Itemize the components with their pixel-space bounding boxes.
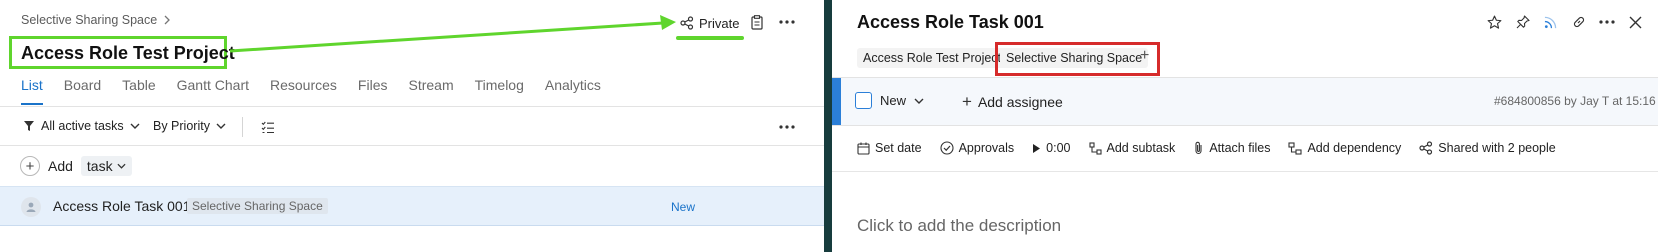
status-select[interactable]: New xyxy=(855,92,924,109)
private-label: Private xyxy=(699,15,740,31)
checklist-icon[interactable] xyxy=(258,117,278,137)
item-type-select[interactable]: task xyxy=(80,156,132,176)
task-actions: Set date Approvals 0:00 Add subtask Atta… xyxy=(857,141,1556,155)
tabs-divider xyxy=(0,106,824,107)
chevron-right-icon xyxy=(163,15,171,25)
status-label: New xyxy=(880,93,907,108)
add-assignee-label: Add assignee xyxy=(977,94,1063,110)
active-tasks-label: All active tasks xyxy=(41,119,124,133)
attach-files-label: Attach files xyxy=(1209,141,1271,155)
tab-table[interactable]: Table xyxy=(122,77,155,105)
play-icon xyxy=(1032,143,1041,154)
active-tasks-filter[interactable]: All active tasks xyxy=(23,119,140,133)
tab-files[interactable]: Files xyxy=(358,77,388,105)
priority-label: By Priority xyxy=(153,119,210,133)
approvals-button[interactable]: Approvals xyxy=(940,141,1015,155)
space-tag-highlight xyxy=(995,42,1160,76)
task-meta: #684800856 by Jay T at 15:16 xyxy=(1494,94,1656,108)
more-icon[interactable] xyxy=(777,12,797,32)
dependency-icon xyxy=(1288,141,1303,155)
private-button[interactable]: Private xyxy=(680,12,739,34)
add-dependency-label: Add dependency xyxy=(1307,141,1402,155)
calendar-icon xyxy=(857,142,870,155)
link-icon[interactable] xyxy=(1569,12,1589,32)
status-checkbox[interactable] xyxy=(855,92,872,109)
status-divider xyxy=(832,125,1658,126)
approvals-label: Approvals xyxy=(958,141,1015,155)
chevron-down-icon xyxy=(117,163,126,169)
pin-icon[interactable] xyxy=(1513,12,1533,32)
shared-with-button[interactable]: Shared with 2 people xyxy=(1419,141,1556,155)
item-type-label: task xyxy=(86,158,113,174)
tab-stream[interactable]: Stream xyxy=(408,77,453,105)
task-detail-pane xyxy=(832,0,1658,252)
task-space-chip: Selective Sharing Space xyxy=(187,198,328,214)
add-tag-plus-icon[interactable]: + xyxy=(1140,47,1149,65)
task-status[interactable]: New xyxy=(671,200,695,214)
view-tabs: List Board Table Gantt Chart Resources F… xyxy=(21,77,622,105)
timer-value: 0:00 xyxy=(1046,141,1071,155)
tab-resources[interactable]: Resources xyxy=(270,77,337,105)
task-detail-title[interactable]: Access Role Task 001 xyxy=(857,12,1044,33)
private-highlight xyxy=(676,36,744,40)
add-label[interactable]: Add xyxy=(48,158,73,174)
filter-divider xyxy=(0,145,824,146)
add-task-row: + Add task xyxy=(20,156,132,176)
subtask-icon xyxy=(1088,141,1102,155)
assignee-avatar-icon[interactable] xyxy=(21,197,41,217)
attach-files-button[interactable]: Attach files xyxy=(1193,141,1270,155)
project-title-text: Access Role Test Project xyxy=(21,43,235,63)
star-icon[interactable] xyxy=(1484,12,1504,32)
tab-list[interactable]: List xyxy=(21,77,43,105)
plus-icon: + xyxy=(962,92,972,111)
app-root: Selective Sharing Space Access Role Test… xyxy=(0,0,1658,252)
close-icon[interactable] xyxy=(1625,12,1645,32)
share-icon xyxy=(1419,141,1433,155)
add-assignee-button[interactable]: + Add assignee xyxy=(962,92,1063,112)
paperclip-icon xyxy=(1193,141,1204,155)
tab-gantt-chart[interactable]: Gantt Chart xyxy=(177,77,249,105)
project-title[interactable]: Access Role Test Project xyxy=(9,36,235,69)
tab-timelog[interactable]: Timelog xyxy=(475,77,524,105)
tag-project[interactable]: Access Role Test Project xyxy=(857,48,1008,68)
pane-divider[interactable] xyxy=(824,0,832,252)
timer-button[interactable]: 0:00 xyxy=(1032,141,1071,155)
actions-divider xyxy=(832,171,1658,172)
plus-icon[interactable]: + xyxy=(20,156,40,176)
tab-analytics[interactable]: Analytics xyxy=(545,77,601,105)
priority-filter[interactable]: By Priority xyxy=(153,119,226,133)
rss-feed-icon[interactable] xyxy=(1540,12,1560,32)
chevron-down-icon xyxy=(130,123,140,129)
list-more-icon[interactable] xyxy=(777,117,797,137)
more-icon[interactable] xyxy=(1597,12,1617,32)
filter-icon xyxy=(23,120,35,132)
breadcrumb[interactable]: Selective Sharing Space xyxy=(21,13,171,27)
shared-with-label: Shared with 2 people xyxy=(1438,141,1556,155)
tab-board[interactable]: Board xyxy=(64,77,101,105)
filter-separator xyxy=(242,117,243,137)
status-color-strip xyxy=(832,78,841,125)
add-dependency-button[interactable]: Add dependency xyxy=(1288,141,1401,155)
chevron-down-icon xyxy=(216,123,226,129)
check-circle-icon xyxy=(940,141,954,155)
share-icon xyxy=(680,16,694,30)
add-subtask-button[interactable]: Add subtask xyxy=(1088,141,1176,155)
chevron-down-icon xyxy=(914,98,924,104)
add-subtask-label: Add subtask xyxy=(1106,141,1176,155)
set-date-button[interactable]: Set date xyxy=(857,141,922,155)
set-date-label: Set date xyxy=(875,141,922,155)
task-title[interactable]: Access Role Task 001 xyxy=(53,198,190,214)
description-placeholder[interactable]: Click to add the description xyxy=(857,216,1061,236)
breadcrumb-label[interactable]: Selective Sharing Space xyxy=(21,13,157,27)
clipboard-icon[interactable] xyxy=(747,12,767,32)
